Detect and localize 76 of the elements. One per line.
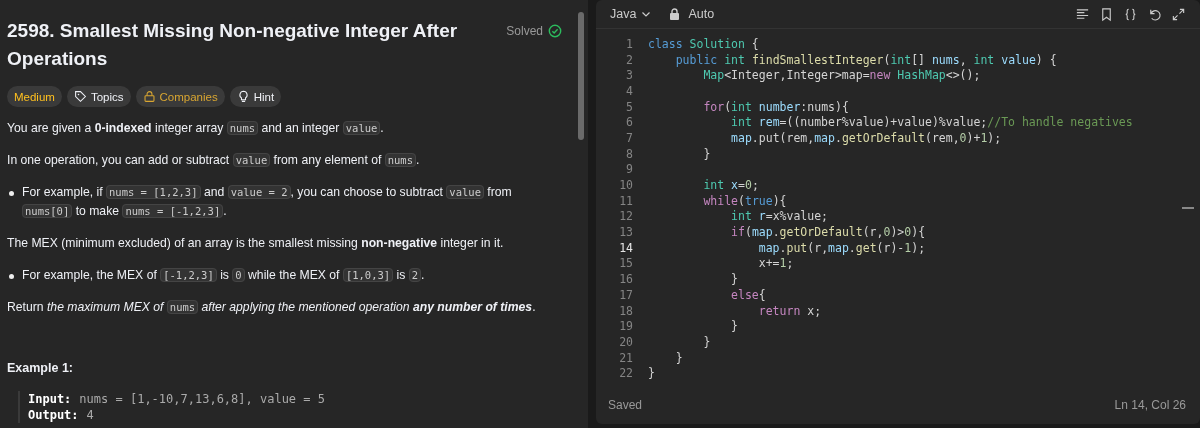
code-line: class Solution {: [648, 36, 759, 51]
braces-icon[interactable]: [1123, 6, 1138, 22]
lightbulb-icon: [236, 90, 250, 103]
code-line: }: [674, 350, 683, 365]
code-line: if(map.getOrDefault(r,0)>0){: [730, 225, 926, 240]
hint-button[interactable]: Hint: [229, 86, 282, 107]
line-number: 21: [618, 350, 633, 365]
mode-label: Auto: [688, 7, 715, 21]
line-number: 11: [618, 193, 633, 208]
code-line: int x=0;: [702, 178, 759, 193]
save-status: Saved: [608, 398, 643, 412]
language-dropdown[interactable]: Java: [610, 7, 652, 21]
line-number: 6: [625, 115, 633, 130]
example-value: nums = [1,-10,7,13,6,8], value = 5: [79, 391, 325, 407]
line-number: 22: [618, 366, 633, 381]
code-line: }: [648, 366, 655, 381]
code-line: int rem=((number%value)+value)%value;//To handle negatives: [730, 115, 1133, 130]
bullet-text: For example, the MEX of [-1,2,3] is 0 while the MEX of [1,0,3] is 2 .: [22, 267, 425, 284]
code-line: map.put(r,map.get(r)-1);: [757, 240, 926, 255]
scrollbar[interactable]: [578, 12, 584, 140]
line-number: 12: [618, 209, 633, 224]
bullet-icon: [9, 274, 14, 279]
paragraph: In one operation, you can add or subtract value from any element of nums .: [7, 152, 420, 169]
paragraph: The MEX (minimum excluded) of an array is the smallest missing non-negative integer in it.: [7, 235, 504, 252]
code-line: return x;: [757, 303, 822, 318]
example-title: Example 1:: [7, 361, 74, 375]
tag-icon: [73, 90, 87, 103]
check-circle-icon: [548, 24, 562, 38]
line-number: 20: [618, 334, 633, 349]
lock-icon: [669, 8, 681, 20]
paragraph: Return the maximum MEX of nums after applying the mentioned operation any number of times.: [7, 299, 536, 316]
companies-button[interactable]: Companies: [135, 86, 225, 107]
line-number: 5: [625, 99, 633, 114]
code-line: }: [730, 272, 738, 287]
line-number: 19: [618, 319, 633, 334]
bullet-icon: [9, 191, 14, 196]
example-value: 4: [86, 407, 94, 423]
topics-button[interactable]: Topics: [66, 86, 131, 107]
example-label: Input:: [28, 391, 72, 407]
line-number: 14: [618, 240, 633, 255]
cursor-position: Ln 14, Col 26: [1114, 398, 1186, 412]
solved-status: Solved: [506, 24, 562, 38]
example-label: Output:: [28, 407, 79, 423]
difficulty-badge[interactable]: Medium: [7, 86, 62, 107]
code-line: public int findSmallestInteger(int[] nums, int value) {: [674, 52, 1057, 67]
line-number: 9: [625, 162, 633, 177]
line-number: 7: [625, 130, 633, 145]
code-line: int r=x%value;: [730, 209, 829, 224]
chevron-down-icon: [641, 9, 652, 19]
line-number: 1: [625, 36, 633, 51]
code-line: while(true){: [702, 193, 787, 208]
format-icon[interactable]: [1075, 6, 1090, 22]
code-line: }: [730, 319, 738, 334]
code-line: else{: [730, 287, 766, 302]
line-number: 16: [618, 272, 633, 287]
code-line: }: [702, 146, 711, 161]
bookmark-icon[interactable]: [1099, 6, 1114, 22]
paragraph: You are given a 0-indexed integer array nums and an integer value .: [7, 120, 384, 137]
line-number: 8: [625, 146, 633, 161]
line-number: 4: [625, 83, 633, 98]
bullet-text: For example, if nums = [1,2,3] and value = 2 , you can choose to subtract value from nums[0] to make nums = [-1,2,3] .: [22, 184, 513, 220]
line-number: 2: [625, 52, 633, 67]
line-number: 3: [625, 68, 633, 83]
problem-title: 2598. Smallest Missing Non-negative Integer After Operations: [7, 19, 459, 71]
code-line: Map<Integer,Integer>map=new HashMap<>();: [702, 68, 981, 83]
line-number: 10: [618, 178, 633, 193]
line-number: 15: [618, 256, 633, 271]
code-line: }: [702, 334, 711, 349]
expand-icon[interactable]: [1171, 6, 1186, 22]
lock-icon: [142, 90, 156, 103]
line-number: 18: [618, 303, 633, 318]
code-line: map.put(rem,map.getOrDefault(rem,0)+1);: [730, 130, 1002, 145]
line-number: 13: [618, 225, 633, 240]
code-line: for(int number:nums){: [702, 99, 849, 114]
code-line: x+=1;: [757, 256, 794, 271]
line-number: 17: [618, 287, 633, 302]
